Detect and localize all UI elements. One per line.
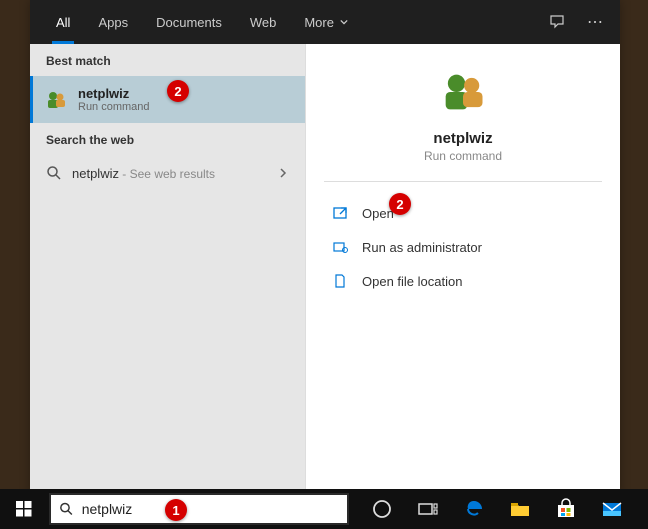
detail-subtitle: Run command xyxy=(424,149,502,163)
edge-icon xyxy=(463,498,485,520)
tab-web[interactable]: Web xyxy=(236,0,291,44)
taskbar-search-box[interactable]: 1 xyxy=(49,493,349,525)
cortana-button[interactable] xyxy=(359,489,405,529)
folder-icon xyxy=(509,498,531,520)
users-icon xyxy=(44,88,68,112)
action-open[interactable]: Open 2 xyxy=(326,196,600,230)
windows-icon xyxy=(16,501,32,517)
cortana-icon xyxy=(371,498,393,520)
taskbar-mail[interactable] xyxy=(589,489,635,529)
chevron-down-icon xyxy=(340,18,348,26)
web-suffix: - See web results xyxy=(119,167,215,181)
action-open-location-label: Open file location xyxy=(362,274,462,289)
detail-column: netplwiz Run command Open 2 Run as admin… xyxy=(305,44,620,497)
feedback-icon[interactable] xyxy=(540,5,574,39)
search-input[interactable] xyxy=(82,501,339,517)
tab-all[interactable]: All xyxy=(42,0,84,44)
tab-apps[interactable]: Apps xyxy=(84,0,142,44)
file-location-icon xyxy=(332,273,348,289)
web-query: netplwiz xyxy=(72,166,119,181)
users-icon xyxy=(437,66,489,118)
tabs-bar: All Apps Documents Web More ⋯ xyxy=(30,0,620,44)
taskbar-file-explorer[interactable] xyxy=(497,489,543,529)
task-view-button[interactable] xyxy=(405,489,451,529)
mail-icon xyxy=(601,498,623,520)
annotation-badge-2b: 2 xyxy=(389,193,411,215)
admin-icon xyxy=(332,239,348,255)
annotation-badge-2a: 2 xyxy=(167,80,189,102)
best-match-result[interactable]: netplwiz Run command 2 xyxy=(30,76,305,123)
result-subtitle: Run command xyxy=(78,101,291,113)
search-icon xyxy=(59,501,74,517)
action-run-admin-label: Run as administrator xyxy=(362,240,482,255)
web-result[interactable]: netplwiz - See web results xyxy=(30,155,305,191)
search-web-header: Search the web xyxy=(30,123,305,155)
start-button[interactable] xyxy=(0,489,48,529)
action-run-admin[interactable]: Run as administrator xyxy=(326,230,600,264)
tab-more[interactable]: More xyxy=(290,0,362,44)
tab-documents[interactable]: Documents xyxy=(142,0,236,44)
search-panel: All Apps Documents Web More ⋯ Best match… xyxy=(30,0,620,497)
results-column: Best match netplwiz Run command 2 Search… xyxy=(30,44,305,497)
taskbar: 1 xyxy=(0,489,648,529)
open-icon xyxy=(332,205,348,221)
detail-title: netplwiz xyxy=(433,130,492,147)
more-options-icon[interactable]: ⋯ xyxy=(578,5,612,39)
search-icon xyxy=(46,165,62,181)
taskbar-store[interactable] xyxy=(543,489,589,529)
chevron-right-icon xyxy=(277,167,289,179)
taskbar-edge[interactable] xyxy=(451,489,497,529)
annotation-badge-1: 1 xyxy=(165,499,187,521)
action-open-location[interactable]: Open file location xyxy=(326,264,600,298)
best-match-header: Best match xyxy=(30,44,305,76)
task-view-icon xyxy=(417,498,439,520)
store-icon xyxy=(555,498,577,520)
